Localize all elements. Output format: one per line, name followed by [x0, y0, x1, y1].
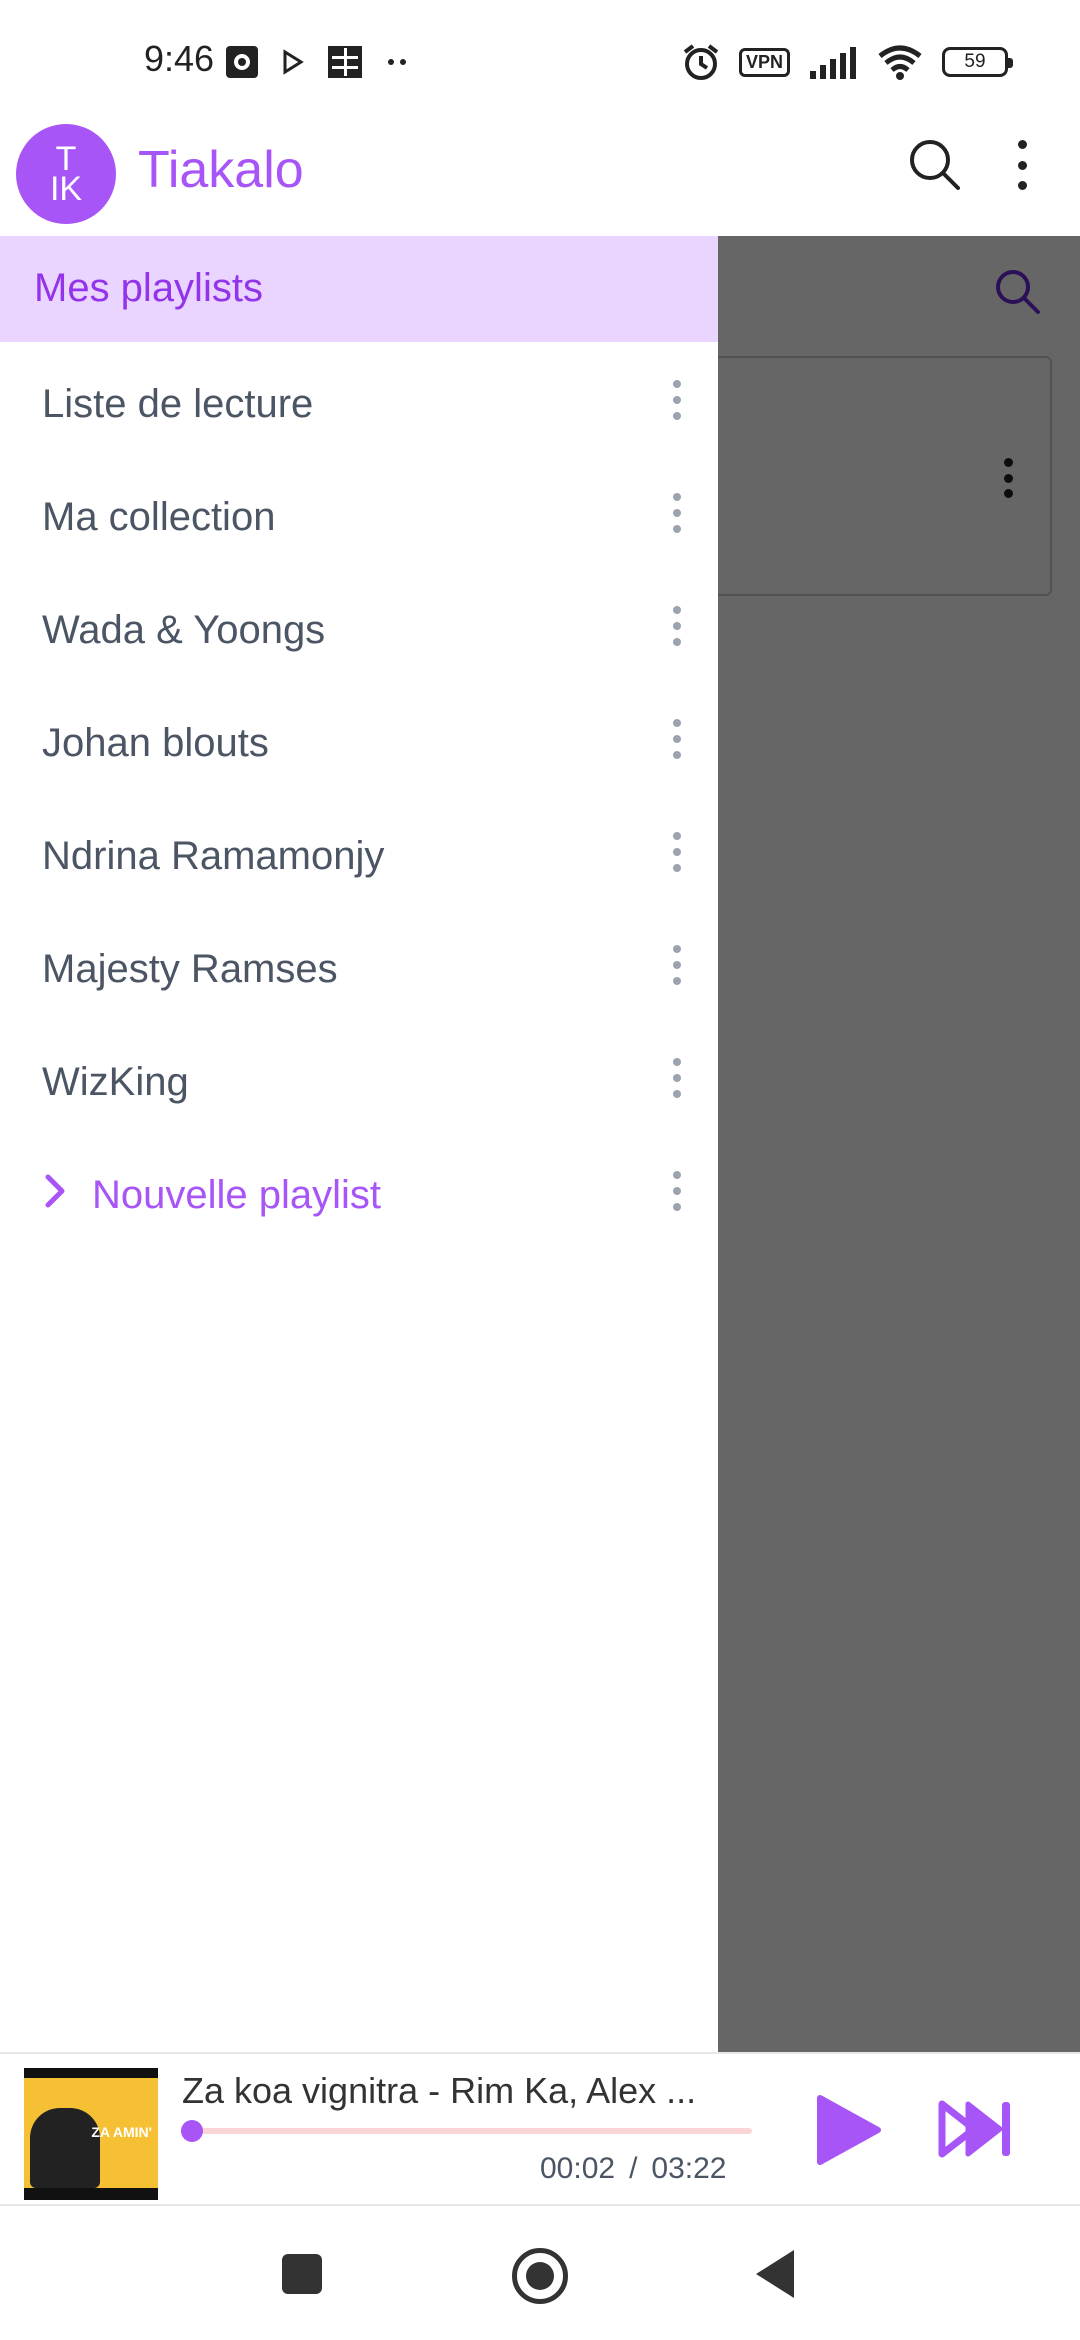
dot [673, 1058, 681, 1066]
vpn-badge: VPN [738, 47, 790, 77]
dot [673, 864, 681, 872]
playlist-item[interactable]: Wada & Yoongs [0, 578, 718, 691]
playlist-label: Liste de lecture [42, 382, 314, 426]
dot [1017, 181, 1027, 190]
status-bar: 9:46 VPN 59 [0, 0, 1080, 120]
dot [673, 735, 681, 743]
dot [673, 1074, 681, 1082]
more-vert-icon[interactable] [669, 945, 685, 985]
more-vert-icon[interactable] [669, 1171, 685, 1211]
navigation-drawer: Mes playlists Liste de lecture Ma collec… [0, 236, 718, 2052]
dot [673, 396, 681, 404]
dot [673, 751, 681, 759]
dot [673, 525, 681, 533]
playlist-label: Johan blouts [42, 721, 269, 765]
signal-icon [810, 47, 856, 79]
wifi-icon [878, 45, 922, 80]
dot [673, 380, 681, 388]
playlist-label: Majesty Ramses [42, 947, 338, 991]
new-playlist-label: Nouvelle playlist [92, 1173, 382, 1217]
dot [673, 1171, 681, 1179]
play-store-icon [283, 49, 304, 75]
playlist-item[interactable]: Liste de lecture [0, 352, 718, 465]
back-button[interactable] [756, 2250, 794, 2298]
new-playlist-item[interactable]: Nouvelle playlist [0, 1143, 718, 1256]
grid-app-icon [328, 46, 362, 78]
playlist-item[interactable]: Ma collection [0, 465, 718, 578]
status-left-icons [224, 44, 410, 80]
playlist-list: Liste de lecture Ma collection Wada & Yo… [0, 352, 718, 1256]
home-dot [526, 2262, 554, 2290]
app-bar: T IK Tiakalo [0, 120, 1080, 236]
logo-text-bottom: IK [49, 170, 83, 208]
drawer-title: Mes playlists [34, 266, 263, 310]
screenshot-icon [226, 46, 258, 78]
cover-figure [30, 2108, 100, 2188]
more-vert-icon[interactable] [669, 493, 685, 533]
duration: 03:22 [651, 2152, 727, 2185]
cover-band-bottom [24, 2188, 158, 2200]
dot [673, 412, 681, 420]
cover-text: ZA AMIN' [91, 2124, 152, 2140]
dot [673, 945, 681, 953]
dot [673, 622, 681, 630]
more-vert-icon[interactable] [669, 606, 685, 646]
track-title[interactable]: Za koa vignitra - Rim Ka, Alex ... [182, 2070, 762, 2112]
progress-thumb[interactable] [180, 2120, 203, 2142]
time-separator: / [629, 2152, 638, 2185]
drawer-header: Mes playlists [0, 236, 718, 342]
dot [1017, 160, 1027, 170]
more-vert-icon[interactable] [669, 832, 685, 872]
battery-indicator: 59 [942, 47, 1013, 77]
status-time: 9:46 [144, 38, 215, 79]
dot [673, 509, 681, 517]
playlist-item[interactable]: Johan blouts [0, 691, 718, 804]
playlist-label: Wada & Yoongs [42, 608, 326, 652]
dot [673, 961, 681, 969]
more-vert-icon[interactable] [669, 719, 685, 759]
current-time: 00:02 [540, 2152, 616, 2185]
dot [673, 719, 681, 727]
playlist-item[interactable]: Ndrina Ramamonjy [0, 804, 718, 917]
search-icon[interactable] [904, 134, 964, 194]
dot [673, 638, 681, 646]
alarm-icon [683, 44, 719, 80]
album-cover[interactable]: ZA AMIN' [24, 2068, 158, 2200]
chevron-right-icon [45, 1174, 65, 1208]
dot [673, 832, 681, 840]
dot [673, 848, 681, 856]
dot [673, 977, 681, 985]
dot [673, 1187, 681, 1195]
more-notifications-icon [388, 59, 406, 65]
playlist-label: Ndrina Ramamonjy [42, 834, 385, 878]
more-vert-icon[interactable] [669, 380, 685, 420]
dot [673, 1203, 681, 1211]
dot [1017, 140, 1027, 149]
progress-bar[interactable] [180, 2120, 752, 2142]
status-right-icons: VPN 59 [681, 42, 1013, 82]
recents-button[interactable] [282, 2254, 322, 2294]
home-button[interactable] [512, 2248, 568, 2304]
overflow-menu-icon[interactable] [1004, 140, 1040, 190]
playlist-item[interactable]: WizKing [0, 1030, 718, 1143]
dot [673, 493, 681, 501]
time-display: 00:02 / 03:22 [540, 2152, 727, 2186]
playlist-item[interactable]: Majesty Ramses [0, 917, 718, 1030]
app-title: Tiakalo [138, 141, 304, 199]
mini-player[interactable]: ZA AMIN' Za koa vignitra - Rim Ka, Alex … [0, 2052, 1080, 2206]
cover-band-top [24, 2068, 158, 2078]
dot [673, 1090, 681, 1098]
dot [673, 606, 681, 614]
play-icon[interactable] [806, 2090, 886, 2170]
more-vert-icon[interactable] [669, 1058, 685, 1098]
playlist-label: WizKing [42, 1060, 189, 1104]
app-logo: T IK [16, 124, 116, 224]
playlist-label: Ma collection [42, 495, 276, 539]
skip-next-icon[interactable] [938, 2096, 1014, 2162]
system-nav-bar [0, 2206, 1080, 2340]
